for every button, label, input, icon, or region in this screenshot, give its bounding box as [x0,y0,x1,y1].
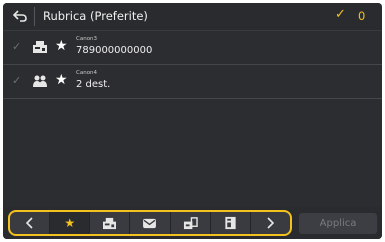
header-bar: Rubrica (Preferite) ✓ 0 [3,3,382,31]
address-type-tabs: ★ [8,210,292,236]
header-divider [34,7,35,26]
checkmark-icon: ✓ [335,7,346,22]
back-button[interactable] [9,6,31,26]
tab-email[interactable] [130,212,171,234]
checkmark-icon: ✓ [12,74,22,87]
i-fax-icon [225,216,236,230]
entry-value: 789000000000 [76,45,153,56]
tab-i-fax[interactable] [211,212,251,234]
back-arrow-icon [13,10,27,22]
group-icon [33,75,47,87]
tab-fax[interactable] [90,212,131,234]
fax-icon [103,217,117,229]
chevron-left-icon [25,217,33,229]
list-item[interactable]: ✓ ★ Canon3 789000000000 [3,31,382,65]
page-title: Rubrica (Preferite) [43,9,148,23]
entry-name: Canon4 [76,70,98,76]
fax-icon [33,41,47,53]
checkmark-icon: ✓ [12,40,22,53]
entry-name: Canon3 [76,36,98,42]
apply-button[interactable]: Applica [299,213,377,234]
tab-next[interactable] [251,212,290,234]
tab-shared-folder[interactable] [171,212,211,234]
list-item[interactable]: ✓ ★ Canon4 2 dest. [3,65,382,99]
entry-value: 2 dest. [76,79,111,90]
star-icon: ★ [55,38,68,54]
star-icon: ★ [64,216,76,230]
selected-count: 0 [358,9,366,23]
tab-previous[interactable] [10,212,51,234]
star-icon: ★ [55,72,68,88]
email-icon [143,218,157,228]
address-book-screen: Rubrica (Preferite) ✓ 0 ✓ ★ Canon3 78900… [3,3,382,239]
tab-favorites[interactable]: ★ [50,212,91,234]
bottom-toolbar: ★ Applica [3,207,382,239]
chevron-right-icon [267,217,275,229]
shared-folder-icon [183,217,198,230]
